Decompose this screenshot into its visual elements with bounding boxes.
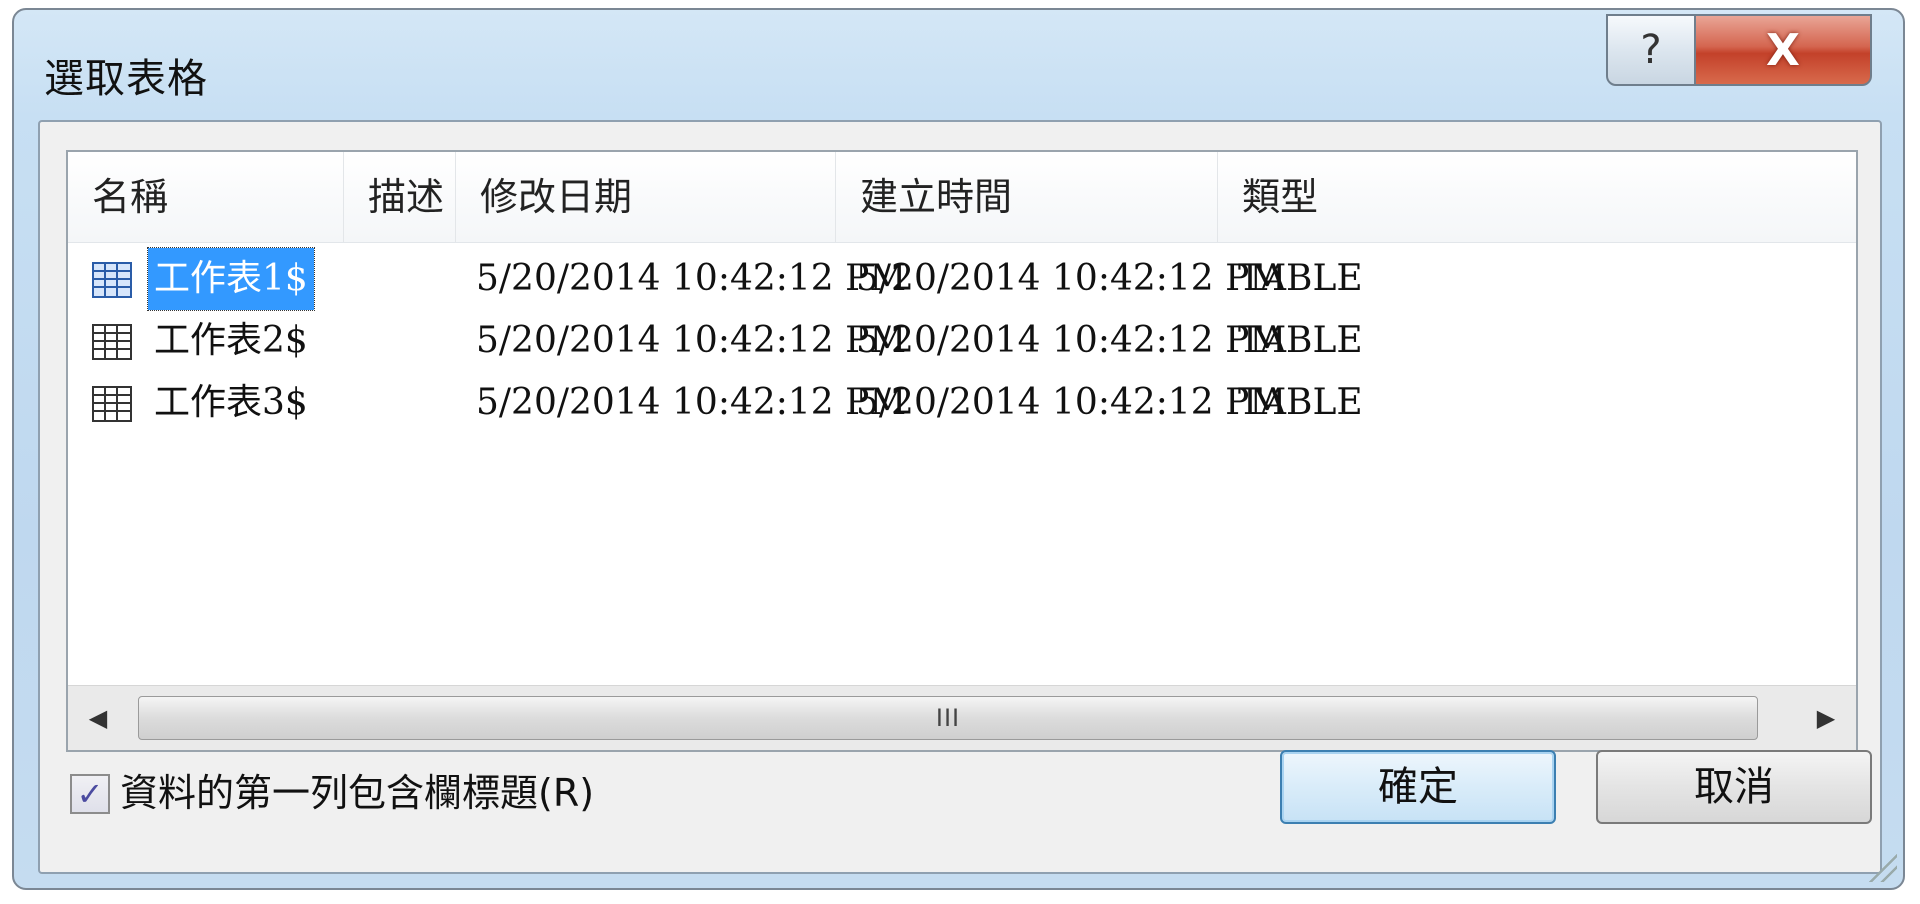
row-name: 工作表1$ [147, 247, 315, 311]
cancel-button[interactable]: 取消 [1596, 750, 1872, 824]
column-header-name[interactable]: 名稱 [68, 152, 344, 242]
table-icon [92, 324, 132, 360]
row-modified: 5/20/2014 10:42:12 PM [476, 258, 907, 299]
table-icon [92, 262, 132, 298]
row-name: 工作表3$ [154, 382, 308, 423]
select-table-dialog: 選取表格 ? X 名稱 描述 修改日期 建立時間 類型 工作表1$ 5/20/2… [12, 8, 1905, 890]
column-header-modified[interactable]: 修改日期 [456, 152, 836, 242]
dialog-body: 名稱 描述 修改日期 建立時間 類型 工作表1$ 5/20/2014 10:42… [38, 120, 1882, 874]
row-type: TABLE [1238, 382, 1363, 423]
help-button[interactable]: ? [1606, 14, 1696, 86]
row-created: 5/20/2014 10:42:12 PM [856, 382, 1287, 423]
list-header: 名稱 描述 修改日期 建立時間 類型 [68, 152, 1856, 243]
help-icon: ? [1640, 27, 1662, 73]
close-button[interactable]: X [1694, 14, 1872, 86]
table-row[interactable]: 工作表3$ 5/20/2014 10:42:12 PM 5/20/2014 10… [68, 372, 1856, 434]
scroll-left-arrow-icon[interactable]: ◀ [68, 686, 128, 750]
row-modified: 5/20/2014 10:42:12 PM [476, 382, 907, 423]
header-row-checkbox-label[interactable]: 資料的第一列包含欄標題(R) [120, 762, 594, 824]
close-icon: X [1766, 24, 1800, 76]
row-modified: 5/20/2014 10:42:12 PM [476, 320, 907, 361]
column-header-type[interactable]: 類型 [1218, 152, 1860, 242]
dialog-title: 選取表格 [44, 56, 208, 102]
horizontal-scrollbar[interactable]: ◀ III ▶ [68, 685, 1856, 750]
header-row-checkbox[interactable]: ✓ [70, 774, 110, 814]
column-header-created[interactable]: 建立時間 [836, 152, 1218, 242]
resize-grip-icon[interactable] [1869, 854, 1897, 882]
row-created: 5/20/2014 10:42:12 PM [856, 258, 1287, 299]
table-row[interactable]: 工作表2$ 5/20/2014 10:42:12 PM 5/20/2014 10… [68, 310, 1856, 372]
scroll-right-arrow-icon[interactable]: ▶ [1796, 686, 1856, 750]
table-icon [92, 386, 132, 422]
table-list-view[interactable]: 名稱 描述 修改日期 建立時間 類型 工作表1$ 5/20/2014 10:42… [66, 150, 1858, 752]
ok-button[interactable]: 確定 [1280, 750, 1556, 824]
row-type: TABLE [1238, 320, 1363, 361]
row-name: 工作表2$ [154, 320, 308, 361]
row-created: 5/20/2014 10:42:12 PM [856, 320, 1287, 361]
table-row[interactable]: 工作表1$ 5/20/2014 10:42:12 PM 5/20/2014 10… [68, 247, 1856, 311]
row-type: TABLE [1238, 258, 1363, 299]
scrollbar-thumb[interactable]: III [138, 696, 1758, 740]
column-header-description[interactable]: 描述 [344, 152, 456, 242]
